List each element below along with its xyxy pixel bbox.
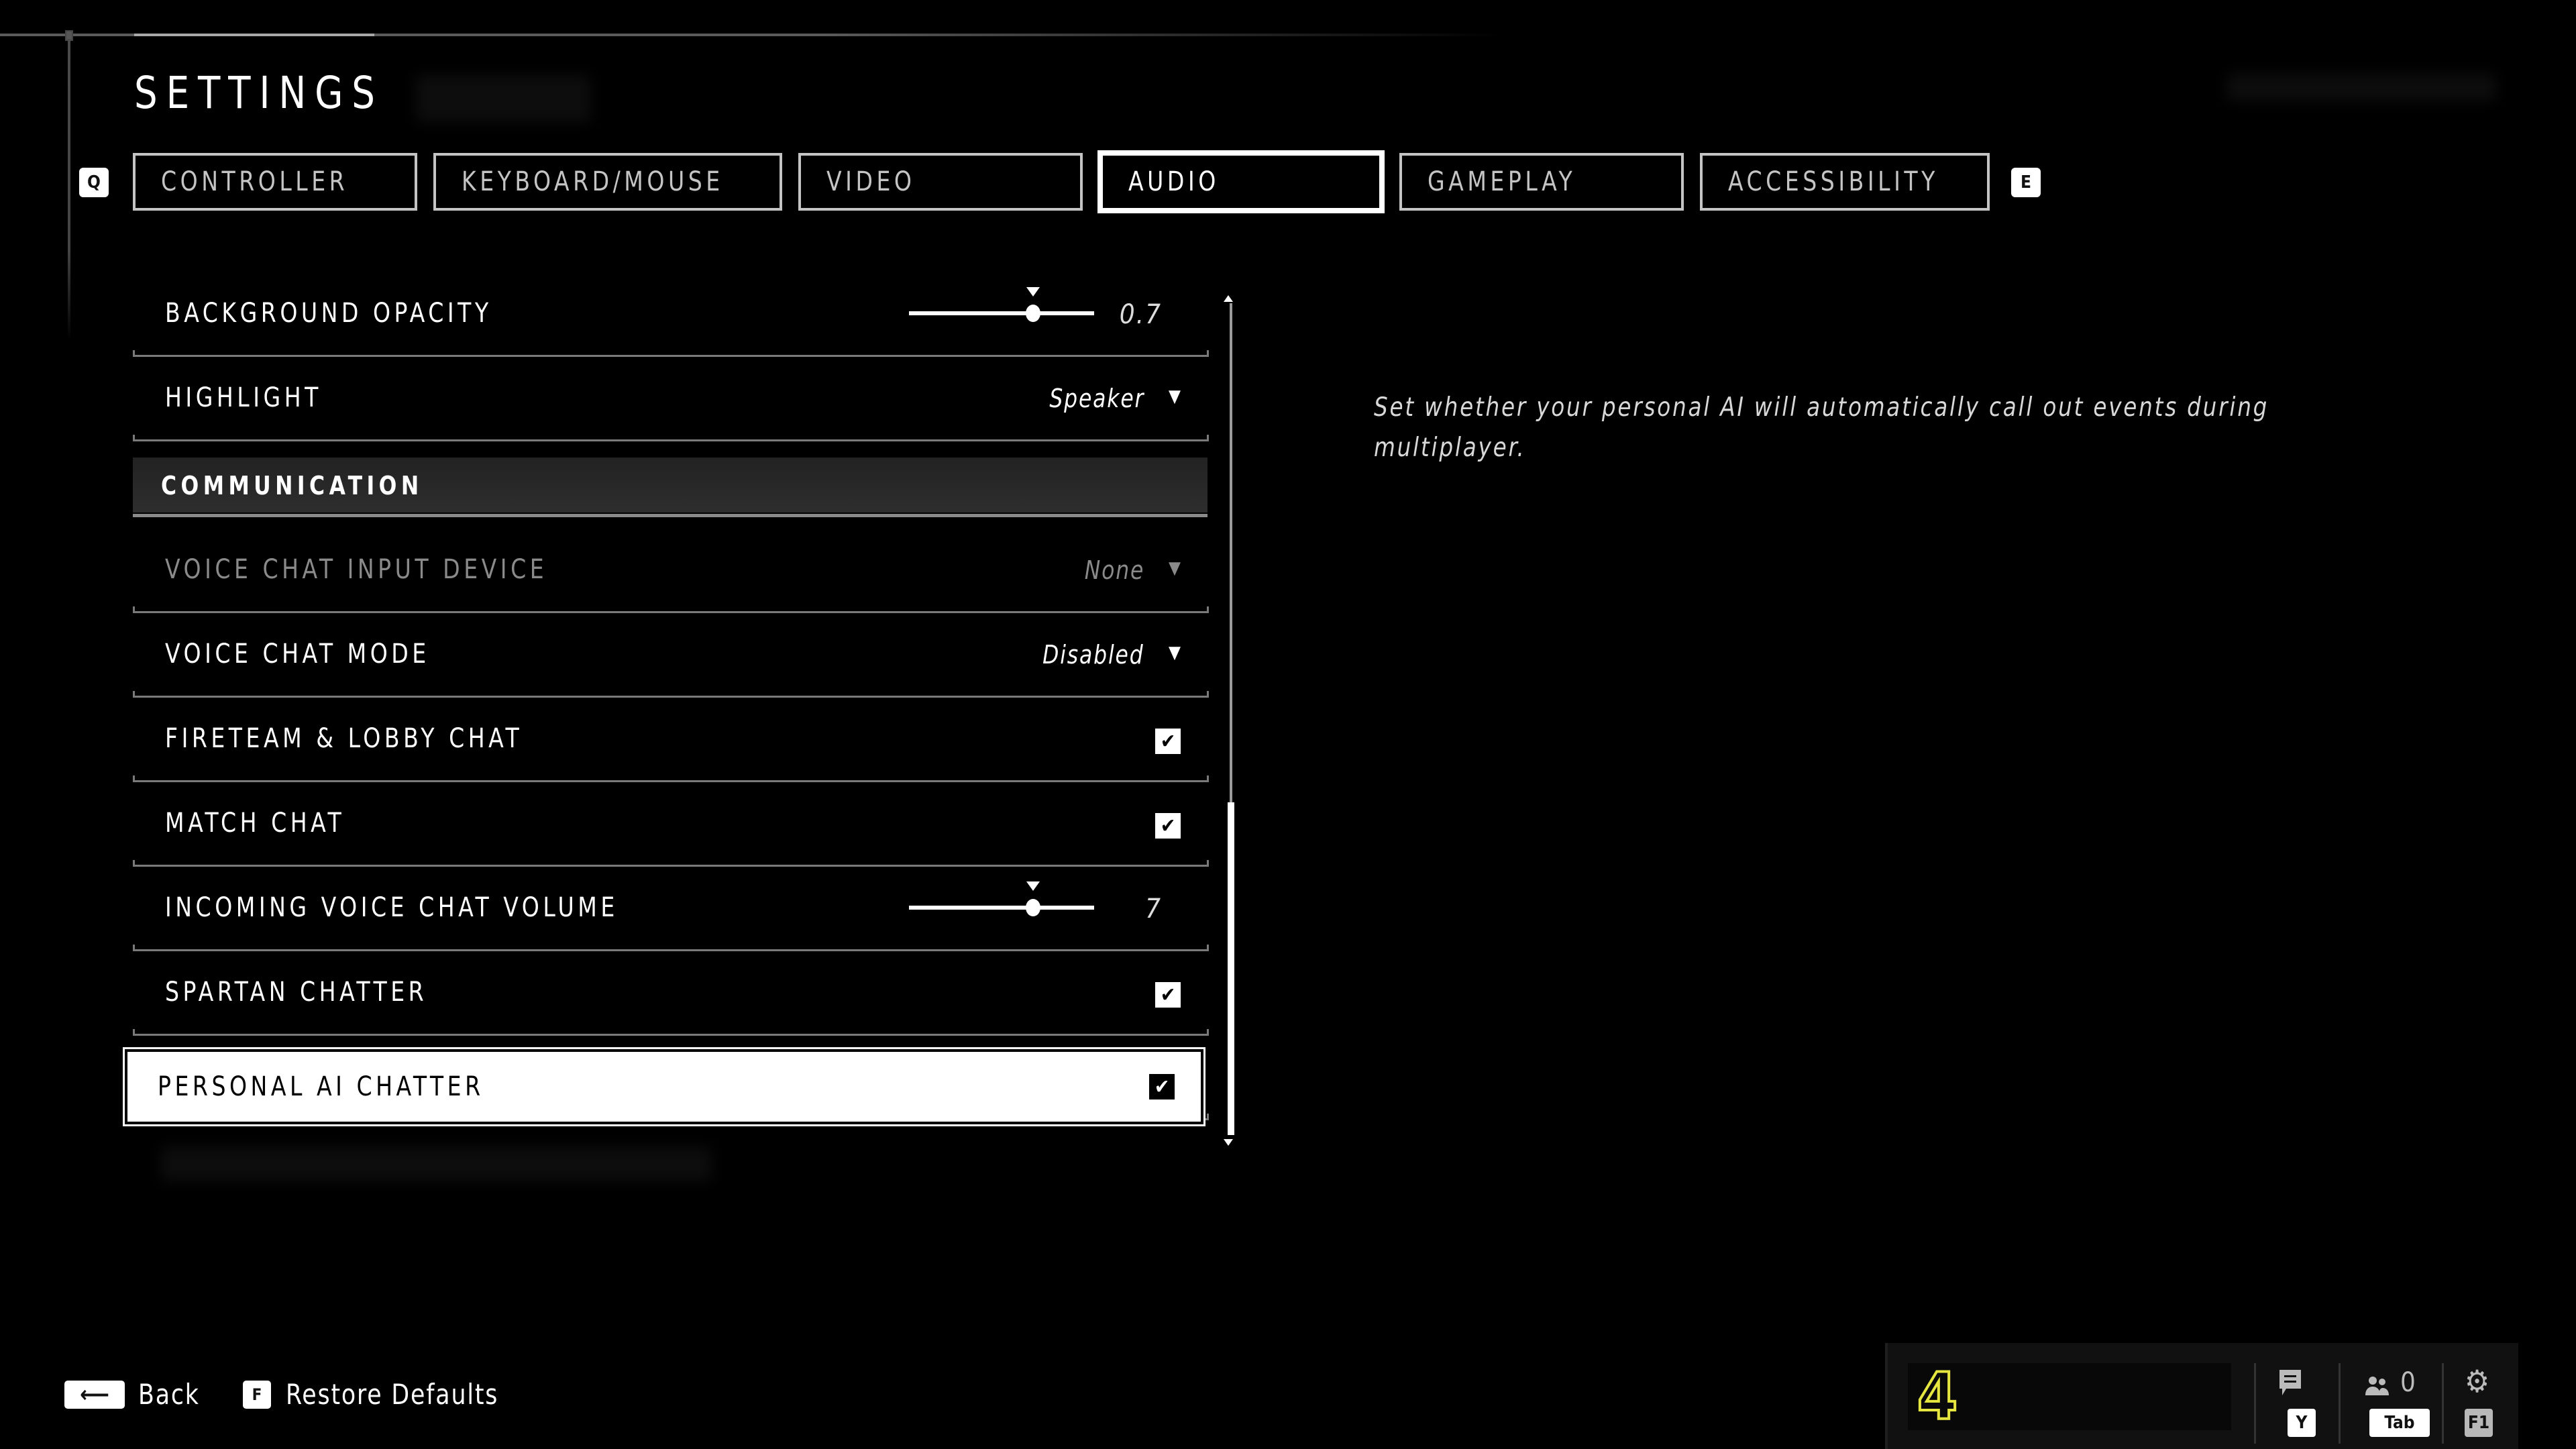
slider-value: 7 xyxy=(1145,894,1162,924)
people-icon[interactable] xyxy=(2365,1373,2390,1403)
scroll-up-arrow-icon[interactable] xyxy=(1224,295,1233,302)
chat-key[interactable]: Y xyxy=(2288,1409,2316,1437)
hud-divider xyxy=(2254,1363,2256,1444)
background-blur xyxy=(161,1147,711,1181)
setting-label: HIGHLIGHT xyxy=(165,382,322,413)
rank-panel: 4 xyxy=(1908,1359,2231,1434)
dropdown-value[interactable]: Disabled xyxy=(1043,640,1144,669)
scroll-down-arrow-icon[interactable] xyxy=(1224,1139,1233,1146)
tab-accessibility[interactable]: ACCESSIBILITY xyxy=(1700,153,1990,211)
setting-background-opacity[interactable]: BACKGROUND OPACITY 0.7 xyxy=(133,272,1209,357)
setting-label: FIRETEAM & LOBBY CHAT xyxy=(165,723,523,754)
slider-default-marker xyxy=(1026,881,1040,891)
page-title: SETTINGS xyxy=(134,67,384,119)
slider-thumb[interactable] xyxy=(1025,305,1040,322)
setting-incoming-voice-chat-volume[interactable]: INCOMING VOICE CHAT VOLUME 7 xyxy=(133,867,1209,951)
rank-number: 4 xyxy=(1916,1359,1959,1434)
row-divider xyxy=(133,435,1209,441)
background-blur xyxy=(2227,74,2496,101)
dropdown-value[interactable]: Speaker xyxy=(1049,384,1144,413)
back-key-icon[interactable]: ⟵ xyxy=(64,1381,125,1409)
tab-video[interactable]: VIDEO xyxy=(798,153,1083,211)
hud-divider xyxy=(2339,1363,2341,1444)
dropdown-value: None xyxy=(1084,555,1144,585)
checkbox[interactable]: ✔ xyxy=(1149,1074,1175,1099)
setting-fireteam-lobby-chat[interactable]: FIRETEAM & LOBBY CHAT ✔ xyxy=(133,698,1209,782)
setting-label: MATCH CHAT xyxy=(165,808,345,839)
setting-label: SPARTAN CHATTER xyxy=(165,977,428,1008)
section-header-communication: COMMUNICATION xyxy=(133,458,1208,513)
tab-keyboard-mouse[interactable]: KEYBOARD/MOUSE xyxy=(433,153,782,211)
restore-defaults-button[interactable]: Restore Defaults xyxy=(286,1378,498,1411)
setting-personal-ai-chatter[interactable]: PERSONAL AI CHATTER ✔ xyxy=(125,1049,1203,1124)
setting-label: PERSONAL AI CHATTER xyxy=(158,1071,484,1102)
prev-tab-key[interactable]: Q xyxy=(79,168,109,197)
background-blur xyxy=(416,75,590,122)
setting-spartan-chatter[interactable]: SPARTAN CHATTER ✔ xyxy=(133,951,1209,1036)
slider-value: 0.7 xyxy=(1119,299,1162,330)
social-key[interactable]: Tab xyxy=(2369,1409,2430,1437)
chat-icon[interactable] xyxy=(2278,1368,2302,1405)
setting-highlight[interactable]: HIGHLIGHT Speaker ▼ xyxy=(133,357,1209,441)
setting-description: Set whether your personal AI will automa… xyxy=(1374,392,2269,463)
tab-label: AUDIO xyxy=(1128,166,1220,197)
dropdown-arrow-icon: ▼ xyxy=(1169,558,1181,578)
friends-count: 0 xyxy=(2400,1367,2416,1398)
slider-default-marker xyxy=(1026,287,1040,297)
tab-label: GAMEPLAY xyxy=(1428,166,1576,197)
section-divider xyxy=(133,514,1208,517)
setting-label: BACKGROUND OPACITY xyxy=(165,298,492,329)
tab-label: CONTROLLER xyxy=(161,166,349,197)
back-button[interactable]: Back xyxy=(138,1378,200,1411)
dropdown-arrow-icon[interactable]: ▼ xyxy=(1169,643,1181,663)
scrollbar-thumb[interactable] xyxy=(1228,802,1234,1135)
slider-thumb[interactable] xyxy=(1025,899,1040,916)
restore-defaults-key[interactable]: F xyxy=(243,1381,271,1409)
checkbox[interactable]: ✔ xyxy=(1155,729,1181,754)
tab-label: KEYBOARD/MOUSE xyxy=(462,166,724,197)
gear-icon[interactable]: ⚙ xyxy=(2465,1363,2489,1399)
dropdown-arrow-icon[interactable]: ▼ xyxy=(1169,386,1181,407)
tab-gameplay[interactable]: GAMEPLAY xyxy=(1399,153,1684,211)
setting-voice-chat-mode[interactable]: VOICE CHAT MODE Disabled ▼ xyxy=(133,613,1209,698)
setting-match-chat[interactable]: MATCH CHAT ✔ xyxy=(133,782,1209,867)
background-opacity-slider[interactable] xyxy=(909,287,1094,322)
setting-label: VOICE CHAT INPUT DEVICE xyxy=(165,554,548,585)
tab-label: VIDEO xyxy=(826,166,916,197)
left-rule xyxy=(68,39,70,341)
setting-voice-chat-input-device: VOICE CHAT INPUT DEVICE None ▼ xyxy=(133,529,1209,613)
next-tab-key[interactable]: E xyxy=(2011,168,2041,197)
header-rule-highlight xyxy=(134,34,374,36)
player-hud: 4 Y 0 Tab ⚙ F1 xyxy=(1885,1343,2518,1449)
section-label: COMMUNICATION xyxy=(161,471,423,500)
setting-label: INCOMING VOICE CHAT VOLUME xyxy=(165,892,619,923)
tab-audio[interactable]: AUDIO xyxy=(1097,150,1385,213)
tab-controller[interactable]: CONTROLLER xyxy=(133,153,417,211)
settings-key[interactable]: F1 xyxy=(2465,1409,2493,1437)
setting-label: VOICE CHAT MODE xyxy=(165,639,430,669)
checkbox[interactable]: ✔ xyxy=(1155,982,1181,1008)
hud-divider xyxy=(2442,1363,2444,1444)
checkbox[interactable]: ✔ xyxy=(1155,813,1181,839)
tab-label: ACCESSIBILITY xyxy=(1728,166,1939,197)
incoming-voice-volume-slider[interactable] xyxy=(909,881,1094,916)
